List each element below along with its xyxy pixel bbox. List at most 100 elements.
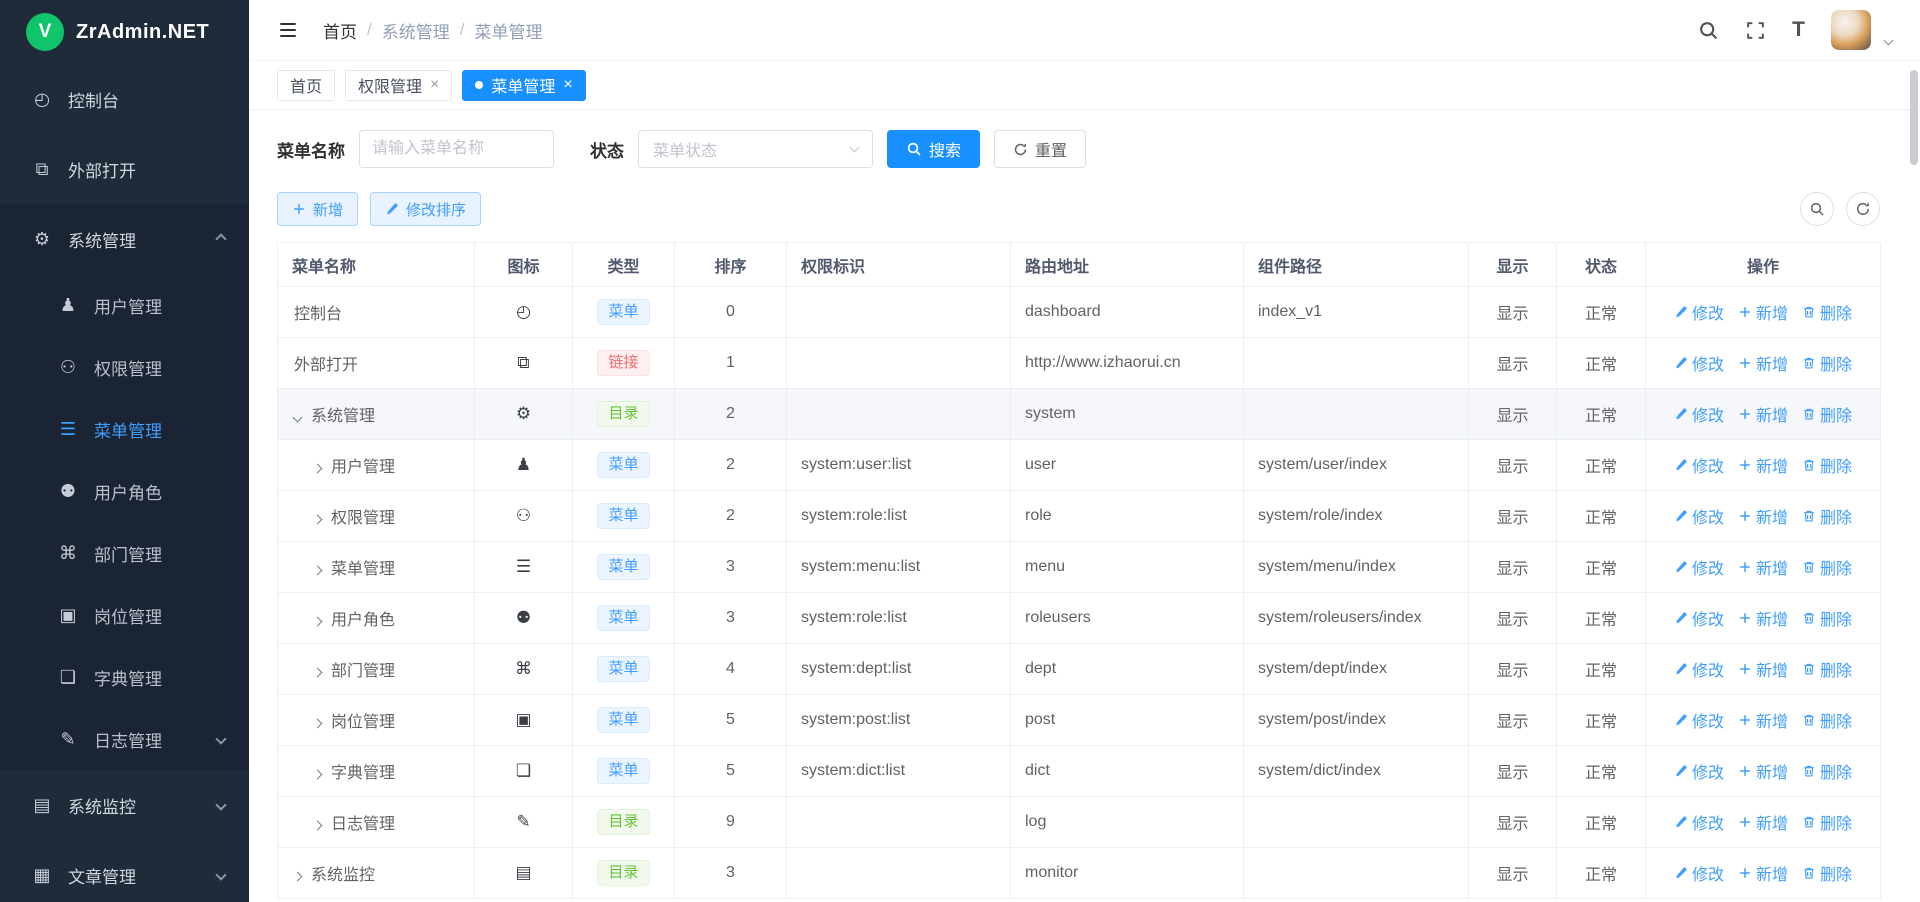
add-link[interactable]: 新增 xyxy=(1738,657,1788,681)
sidebar-item-post[interactable]: ▣岗位管理 xyxy=(0,584,249,646)
caret-down-icon[interactable] xyxy=(1884,36,1894,46)
scrollbar[interactable] xyxy=(1910,64,1918,902)
table-row: 部门管理⌘菜单4system:dept:listdeptsystem/dept/… xyxy=(278,644,1881,695)
table-refresh-button[interactable] xyxy=(1846,192,1880,226)
reset-button[interactable]: 重置 xyxy=(994,130,1086,168)
row-expand-icon[interactable] xyxy=(313,821,323,831)
user-icon: ♟ xyxy=(516,455,531,474)
add-link[interactable]: 新增 xyxy=(1738,759,1788,783)
row-expand-icon[interactable] xyxy=(293,413,303,423)
add-link[interactable]: 新增 xyxy=(1738,453,1788,477)
row-expand-icon[interactable] xyxy=(313,566,323,576)
menu-name-input[interactable] xyxy=(359,130,554,168)
row-expand-icon[interactable] xyxy=(313,515,323,525)
edit-sort-button[interactable]: 修改排序 xyxy=(370,192,481,226)
edit-link[interactable]: 修改 xyxy=(1674,453,1724,477)
row-expand-icon[interactable] xyxy=(313,668,323,678)
add-link[interactable]: 新增 xyxy=(1738,300,1788,324)
sidebar-item-user[interactable]: ♟用户管理 xyxy=(0,274,249,336)
delete-link[interactable]: 删除 xyxy=(1802,351,1852,375)
chevron-down-icon xyxy=(215,869,226,880)
row-expand-icon[interactable] xyxy=(313,719,323,729)
delete-link[interactable]: 删除 xyxy=(1802,657,1852,681)
sidebar-item-external[interactable]: ⧉外部打开 xyxy=(0,134,249,204)
row-expand-icon[interactable] xyxy=(313,770,323,780)
delete-link[interactable]: 删除 xyxy=(1802,555,1852,579)
edit-link[interactable]: 修改 xyxy=(1674,861,1724,885)
edit-link[interactable]: 修改 xyxy=(1674,300,1724,324)
sidebar-item-dept[interactable]: ⌘部门管理 xyxy=(0,522,249,584)
edit-link[interactable]: 修改 xyxy=(1674,351,1724,375)
sidebar-item-monitor[interactable]: ▤系统监控 xyxy=(0,770,249,840)
route-cell: monitor xyxy=(1011,848,1244,899)
status-select[interactable]: 菜单状态 xyxy=(638,130,873,168)
delete-link[interactable]: 删除 xyxy=(1802,504,1852,528)
table-header-row: 菜单名称图标类型排序权限标识路由地址组件路径显示状态操作 xyxy=(278,243,1881,287)
type-cell: 目录 xyxy=(573,848,675,899)
avatar[interactable] xyxy=(1831,10,1871,50)
fullscreen-icon[interactable] xyxy=(1745,20,1766,41)
edit-link[interactable]: 修改 xyxy=(1674,810,1724,834)
add-link[interactable]: 新增 xyxy=(1738,810,1788,834)
breadcrumb-home[interactable]: 首页 xyxy=(323,18,357,43)
sidebar-item-log[interactable]: ✎日志管理 xyxy=(0,708,249,770)
pencil-icon xyxy=(1674,866,1688,880)
delete-link[interactable]: 删除 xyxy=(1802,708,1852,732)
edit-link[interactable]: 修改 xyxy=(1674,504,1724,528)
delete-link[interactable]: 删除 xyxy=(1802,810,1852,834)
add-link[interactable]: 新增 xyxy=(1738,351,1788,375)
delete-link[interactable]: 删除 xyxy=(1802,300,1852,324)
sidebar-item-roleusers[interactable]: ⚉用户角色 xyxy=(0,460,249,522)
row-expand-icon[interactable] xyxy=(313,464,323,474)
search-icon[interactable] xyxy=(1698,20,1719,41)
app-title: ZrAdmin.NET xyxy=(76,21,209,44)
close-icon[interactable]: × xyxy=(430,76,439,94)
sidebar-item-system[interactable]: ⚙系统管理 xyxy=(0,204,249,274)
collapse-menu-icon[interactable] xyxy=(277,19,299,41)
edit-link[interactable]: 修改 xyxy=(1674,708,1724,732)
tab-home[interactable]: 首页 xyxy=(277,70,335,101)
tab-role[interactable]: 权限管理 × xyxy=(345,70,452,101)
delete-link[interactable]: 删除 xyxy=(1802,402,1852,426)
add-button[interactable]: 新增 xyxy=(277,192,358,226)
delete-link[interactable]: 删除 xyxy=(1802,861,1852,885)
edit-link[interactable]: 修改 xyxy=(1674,402,1724,426)
delete-link[interactable]: 删除 xyxy=(1802,759,1852,783)
add-link[interactable]: 新增 xyxy=(1738,555,1788,579)
route-cell: role xyxy=(1011,491,1244,542)
tab-menu[interactable]: 菜单管理 × xyxy=(462,70,585,101)
add-link[interactable]: 新增 xyxy=(1738,402,1788,426)
font-size-icon[interactable]: T xyxy=(1792,18,1805,42)
table-search-button[interactable] xyxy=(1800,192,1834,226)
sidebar-item-menu[interactable]: ☰菜单管理 xyxy=(0,398,249,460)
add-link[interactable]: 新增 xyxy=(1738,708,1788,732)
close-icon[interactable]: × xyxy=(563,76,572,94)
row-expand-icon[interactable] xyxy=(293,872,303,882)
pencil-icon xyxy=(1674,713,1688,727)
edit-link[interactable]: 修改 xyxy=(1674,555,1724,579)
sidebar-item-dict[interactable]: ❏字典管理 xyxy=(0,646,249,708)
topbar-actions: T xyxy=(1698,10,1892,50)
delete-link[interactable]: 删除 xyxy=(1802,453,1852,477)
add-link[interactable]: 新增 xyxy=(1738,861,1788,885)
add-link[interactable]: 新增 xyxy=(1738,606,1788,630)
column-header: 图标 xyxy=(475,243,573,287)
edit-link[interactable]: 修改 xyxy=(1674,606,1724,630)
menu-name-cell: 日志管理 xyxy=(278,797,475,848)
edit-link[interactable]: 修改 xyxy=(1674,759,1724,783)
sidebar-menu: ◴控制台⧉外部打开⚙系统管理♟用户管理⚇权限管理☰菜单管理⚉用户角色⌘部门管理▣… xyxy=(0,64,249,902)
edit-link[interactable]: 修改 xyxy=(1674,657,1724,681)
sidebar-item-dashboard[interactable]: ◴控制台 xyxy=(0,64,249,134)
sidebar-item-role[interactable]: ⚇权限管理 xyxy=(0,336,249,398)
scrollbar-thumb[interactable] xyxy=(1910,70,1918,165)
status-cell: 正常 xyxy=(1557,593,1646,644)
delete-link[interactable]: 删除 xyxy=(1802,606,1852,630)
add-link[interactable]: 新增 xyxy=(1738,504,1788,528)
sort-cell: 1 xyxy=(675,338,787,389)
sidebar-item-label: 字典管理 xyxy=(94,665,162,690)
sidebar-item-article[interactable]: ▦文章管理 xyxy=(0,840,249,902)
breadcrumb-item[interactable]: 系统管理 xyxy=(382,18,450,43)
search-button[interactable]: 搜索 xyxy=(887,130,980,168)
row-expand-icon[interactable] xyxy=(313,617,323,627)
trash-icon xyxy=(1802,305,1816,319)
